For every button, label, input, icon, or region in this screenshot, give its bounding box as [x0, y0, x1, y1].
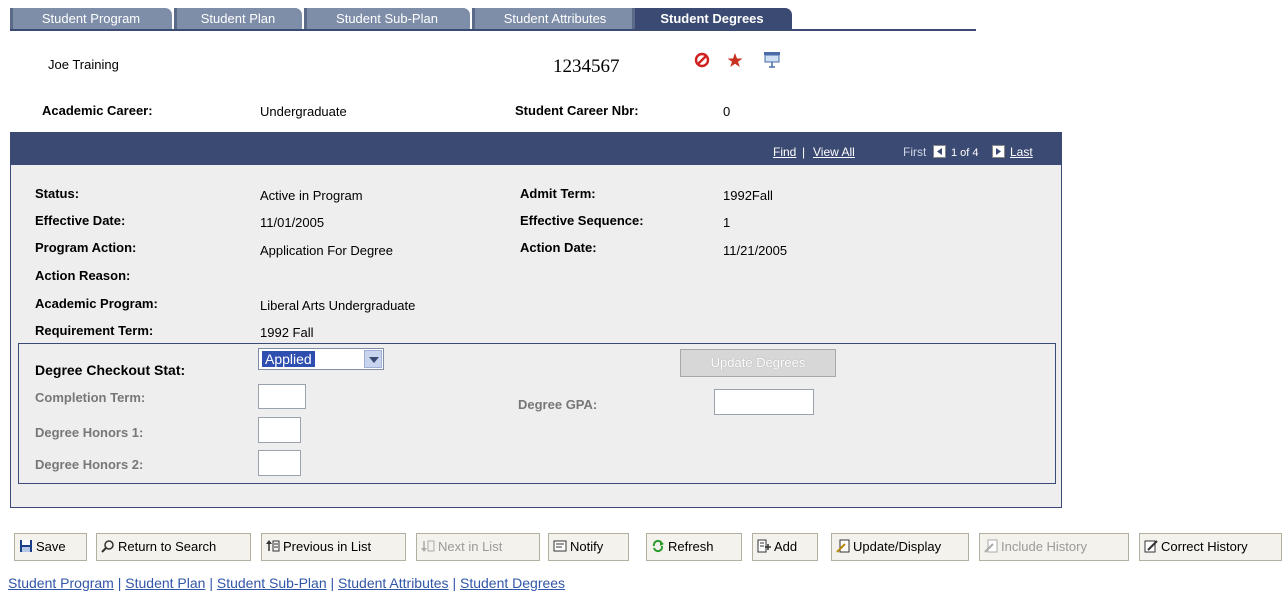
tab-student-program[interactable]: Student Program: [10, 8, 172, 29]
action-date-value: 11/21/2005: [723, 243, 788, 258]
tab-label: Student Program: [41, 11, 141, 26]
tab-label: Student Attributes: [503, 11, 607, 26]
tab-student-attributes[interactable]: Student Attributes: [472, 8, 638, 29]
refresh-icon: [651, 536, 665, 553]
tab-student-degrees[interactable]: Student Degrees: [632, 8, 792, 31]
correct-history-label: Correct History: [1161, 539, 1248, 554]
footer-link-student-attributes[interactable]: Student Attributes: [338, 575, 449, 591]
program-action-value: Application For Degree: [260, 243, 393, 258]
correct-history-button[interactable]: Correct History: [1139, 533, 1282, 561]
status-value: Active in Program: [260, 188, 363, 203]
academic-program-value: Liberal Arts Undergraduate: [260, 298, 416, 313]
degree-honors-1-input[interactable]: [258, 417, 301, 443]
include-history-icon: [984, 536, 998, 553]
tab-label: Student Plan: [200, 11, 276, 26]
footer-link-student-sub-plan[interactable]: Student Sub-Plan: [217, 575, 327, 591]
no-entry-icon[interactable]: [694, 51, 712, 69]
include-history-label: Include History: [1001, 539, 1087, 554]
footer-link-student-plan[interactable]: Student Plan: [125, 575, 205, 591]
update-display-button[interactable]: Update/Display: [831, 533, 969, 561]
tab-student-sub-plan[interactable]: Student Sub-Plan: [304, 8, 470, 29]
notify-icon: [553, 536, 567, 552]
academic-career-value: Undergraduate: [260, 104, 347, 119]
student-name: Joe Training: [48, 57, 119, 72]
effective-sequence-value: 1: [723, 215, 731, 230]
completion-term-input[interactable]: [258, 384, 306, 409]
degree-honors-2-input[interactable]: [258, 450, 301, 476]
tab-bar: Student Program Student Plan Student Sub…: [10, 8, 976, 31]
find-link[interactable]: Find: [773, 145, 796, 159]
degree-checkout-stat-label: Degree Checkout Stat:: [35, 362, 186, 378]
tab-label: Student Degrees: [660, 11, 764, 26]
presentation-icon[interactable]: [762, 50, 782, 70]
effective-sequence-label: Effective Sequence:: [520, 213, 644, 228]
degree-honors-2-label: Degree Honors 2:: [35, 457, 144, 472]
previous-in-list-label: Previous in List: [283, 539, 372, 554]
floppy-disk-icon: [19, 536, 33, 552]
student-id: 1234567: [553, 56, 620, 77]
last-link[interactable]: Last: [1010, 145, 1033, 159]
notify-label: Notify: [570, 539, 604, 554]
search-icon: [101, 536, 115, 553]
career-nbr-value: 0: [723, 104, 731, 119]
academic-program-label: Academic Program:: [35, 296, 158, 311]
add-label: Add: [774, 539, 798, 554]
requirement-term-value: 1992 Fall: [260, 325, 314, 340]
admit-term-label: Admit Term:: [520, 186, 596, 201]
admit-term-value: 1992Fall: [723, 188, 773, 203]
add-button[interactable]: Add: [752, 533, 818, 561]
next-in-list-button[interactable]: Next in List: [416, 533, 540, 561]
refresh-label: Refresh: [668, 539, 714, 554]
program-action-label: Program Action:: [35, 240, 137, 255]
include-history-button[interactable]: Include History: [979, 533, 1129, 561]
status-label: Status:: [35, 186, 80, 201]
nav-separator: |: [802, 145, 806, 159]
update-degrees-button[interactable]: Update Degrees: [680, 349, 836, 377]
next-arrow-icon[interactable]: [992, 145, 1005, 158]
tab-label: Student Sub-Plan: [336, 11, 438, 26]
previous-in-list-button[interactable]: Previous in List: [261, 533, 406, 561]
action-reason-label: Action Reason:: [35, 268, 131, 283]
footer-link-student-degrees[interactable]: Student Degrees: [460, 575, 565, 591]
effective-date-label: Effective Date:: [35, 213, 126, 228]
tab-underline: [10, 29, 976, 31]
effective-date-value: 11/01/2005: [260, 215, 325, 230]
chevron-down-icon[interactable]: [364, 350, 382, 368]
degree-honors-1-label: Degree Honors 1:: [35, 425, 144, 440]
academic-career-label: Academic Career:: [42, 103, 153, 118]
view-all-link[interactable]: View All: [813, 145, 855, 159]
return-to-search-label: Return to Search: [118, 539, 217, 554]
degree-checkout-stat-select[interactable]: Applied: [258, 348, 384, 370]
previous-list-icon: [266, 536, 280, 552]
notify-button[interactable]: Notify: [548, 533, 629, 561]
first-label: First: [903, 145, 927, 159]
return-to-search-button[interactable]: Return to Search: [96, 533, 251, 561]
degree-gpa-label: Degree GPA:: [518, 397, 598, 412]
next-in-list-label: Next in List: [438, 539, 503, 554]
refresh-button[interactable]: Refresh: [646, 533, 742, 561]
footer-link-student-program[interactable]: Student Program: [8, 575, 114, 591]
update-display-icon: [836, 536, 850, 553]
requirement-term-label: Requirement Term:: [35, 323, 154, 338]
career-nbr-label: Student Career Nbr:: [515, 103, 639, 118]
update-display-label: Update/Display: [853, 539, 942, 554]
correct-history-icon: [1144, 536, 1158, 553]
next-list-icon: [421, 536, 435, 552]
add-icon: [757, 536, 771, 553]
save-button[interactable]: Save: [14, 533, 87, 561]
degree-gpa-input[interactable]: [714, 389, 814, 415]
footer-links: Student Program | Student Plan | Student…: [8, 575, 566, 591]
prev-arrow-icon[interactable]: [933, 145, 946, 158]
record-count: 1 of 4: [951, 147, 979, 159]
save-label: Save: [36, 539, 66, 554]
action-date-label: Action Date:: [520, 240, 597, 255]
star-icon[interactable]: [726, 51, 744, 69]
completion-term-label: Completion Term:: [35, 390, 146, 405]
tab-student-plan[interactable]: Student Plan: [174, 8, 302, 29]
selected-value: Applied: [261, 350, 316, 368]
